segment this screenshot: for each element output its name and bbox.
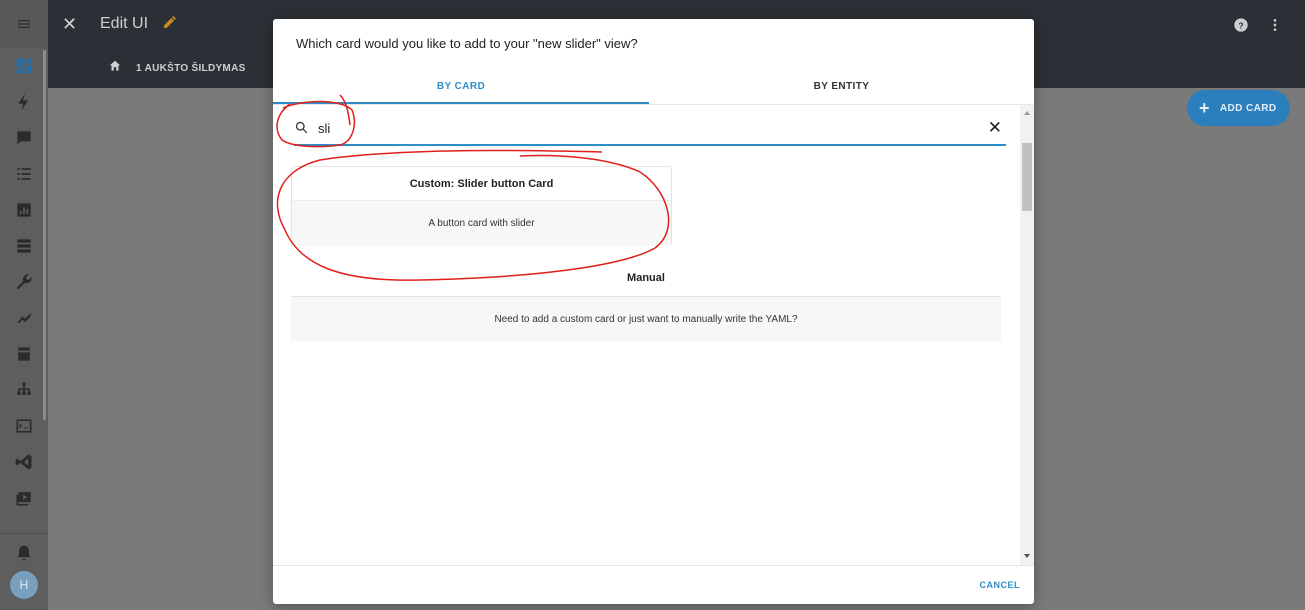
sidebar-item-notifications[interactable]	[0, 535, 48, 571]
home-icon	[109, 60, 121, 71]
help-button[interactable]: ?	[1233, 17, 1249, 38]
logbook-icon	[17, 168, 31, 180]
sidebar-item-media[interactable]	[0, 228, 48, 264]
clear-search-button[interactable]: ✕	[988, 118, 1002, 138]
history-icon	[17, 203, 31, 217]
page-title: Edit UI	[100, 15, 149, 32]
dashboard-icon	[16, 58, 32, 74]
manual-section-title: Manual	[627, 272, 665, 284]
media-icon	[17, 239, 31, 253]
search-field: ✕	[294, 113, 1006, 146]
add-card-dialog: Which card would you like to add to your…	[273, 19, 1034, 604]
sidebar-divider	[0, 533, 48, 534]
more-options-button[interactable]	[1267, 17, 1283, 38]
help-icon: ?	[1234, 18, 1248, 32]
tab-by-entity[interactable]: BY ENTITY	[649, 71, 1034, 104]
dialog-tabs: BY CARD BY ENTITY	[273, 71, 1034, 105]
svg-text:?: ?	[1238, 20, 1243, 30]
menu-button[interactable]	[0, 0, 48, 48]
store-icon	[18, 347, 30, 361]
sidebar-scrollbar[interactable]	[43, 50, 46, 420]
sidebar-item-network[interactable]	[0, 372, 48, 408]
sidebar-item-vscode[interactable]	[0, 444, 48, 480]
more-vert-icon	[1273, 19, 1277, 31]
sidebar-item-media-player[interactable]	[0, 480, 48, 516]
menu-icon	[18, 20, 30, 28]
dialog-title: Which card would you like to add to your…	[296, 36, 638, 51]
manual-card-option[interactable]: Need to add a custom card or just want t…	[291, 296, 1001, 341]
card-result-slider-button[interactable]: Custom: Slider button Card A button card…	[291, 166, 672, 246]
dialog-footer: CANCEL	[273, 565, 1034, 604]
view-tab-label[interactable]: 1 AUKŠTO ŠILDYMAS	[136, 63, 246, 74]
home-view-tab[interactable]	[108, 59, 122, 78]
avatar[interactable]: H	[10, 571, 38, 599]
cancel-button[interactable]: CANCEL	[980, 580, 1021, 590]
edit-title-button[interactable]	[162, 14, 178, 35]
terminal-icon	[16, 419, 32, 433]
vscode-icon	[15, 454, 32, 470]
close-icon: ✕	[987, 118, 1002, 137]
sidebar: H	[0, 0, 48, 610]
card-result-title: Custom: Slider button Card	[292, 167, 671, 201]
pencil-icon	[164, 15, 177, 28]
add-card-label: ADD CARD	[1219, 102, 1277, 114]
scroll-down-arrow-icon[interactable]	[1024, 554, 1030, 558]
card-result-description: A button card with slider	[292, 201, 671, 246]
wrench-icon	[16, 274, 32, 290]
map-icon	[17, 131, 31, 145]
sidebar-item-hacs[interactable]	[0, 300, 48, 336]
close-edit-button[interactable]: ✕	[62, 14, 88, 35]
scrollbar-thumb[interactable]	[1022, 143, 1032, 211]
sidebar-item-history[interactable]	[0, 192, 48, 228]
sidebar-item-overview[interactable]	[0, 48, 48, 84]
network-icon	[17, 382, 31, 395]
plus-icon: +	[1199, 98, 1210, 118]
scroll-up-arrow-icon[interactable]	[1024, 111, 1030, 115]
search-input[interactable]	[318, 117, 918, 139]
sidebar-item-terminal[interactable]	[0, 408, 48, 444]
search-icon	[294, 120, 309, 140]
media-player-icon	[16, 492, 31, 506]
energy-icon	[18, 93, 29, 111]
add-card-button[interactable]: + ADD CARD	[1187, 90, 1290, 126]
close-icon: ✕	[62, 13, 78, 34]
sidebar-item-developer-tools[interactable]	[0, 264, 48, 300]
bell-icon	[17, 545, 31, 561]
sidebar-item-energy[interactable]	[0, 84, 48, 120]
sidebar-item-store[interactable]	[0, 336, 48, 372]
sidebar-item-map[interactable]	[0, 120, 48, 156]
hacs-icon	[17, 313, 31, 323]
dialog-scrollbar[interactable]	[1020, 105, 1034, 565]
tab-by-card[interactable]: BY CARD	[273, 71, 649, 104]
sidebar-item-logbook[interactable]	[0, 156, 48, 192]
